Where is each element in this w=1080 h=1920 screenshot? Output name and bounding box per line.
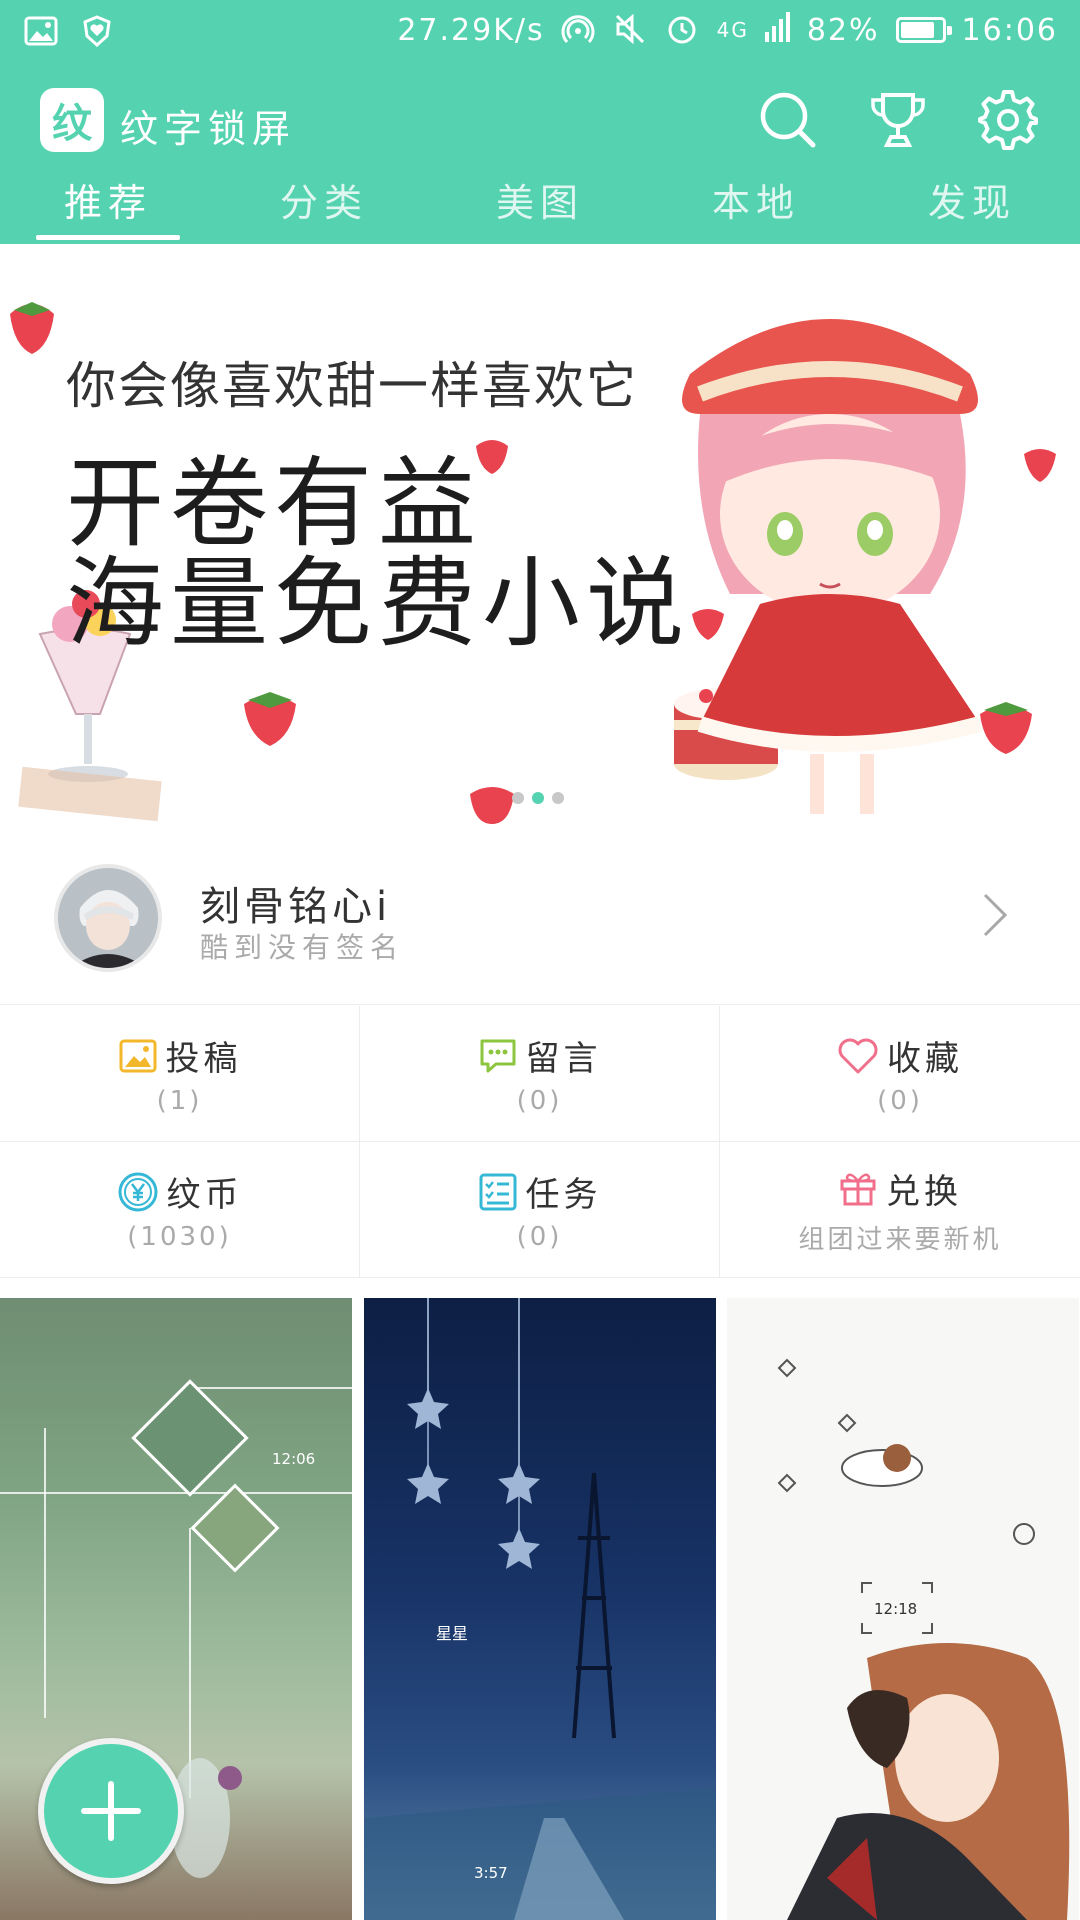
tab-pictures[interactable]: 美图: [432, 172, 648, 244]
user-signature: 酷到没有签名: [200, 931, 405, 964]
grid-value: (1030): [127, 1222, 232, 1252]
promo-banner[interactable]: 你会像喜欢甜一样喜欢它 开卷有益 海量免费小说: [0, 284, 1080, 824]
image-icon: [24, 14, 60, 50]
tab-local[interactable]: 本地: [648, 172, 864, 244]
grid-favorites[interactable]: 收藏 (0): [720, 1006, 1080, 1142]
heart-icon: [838, 1038, 878, 1073]
grid-redeem[interactable]: 兑换 组团过来要新机: [720, 1142, 1080, 1278]
tab-recommend[interactable]: 推荐: [0, 172, 216, 244]
grid-label: 投稿: [165, 1039, 242, 1079]
grid-label: 纹币: [166, 1175, 243, 1215]
gear-icon: [978, 90, 1038, 150]
grid-submissions[interactable]: 投稿 (1): [0, 1006, 360, 1142]
grid-value: 组团过来要新机: [798, 1224, 1002, 1255]
hotspot-icon: [561, 12, 597, 48]
grid-label: 兑换: [886, 1171, 962, 1212]
alarm-icon: [665, 12, 701, 48]
user-profile-row[interactable]: 刻骨铭心i 酷到没有签名: [0, 824, 1080, 1005]
page-dot-active: [532, 792, 544, 804]
grid-label: 留言: [525, 1039, 602, 1079]
task-list-icon: [479, 1173, 516, 1210]
network-speed: 27.29K/s: [397, 12, 545, 48]
banner-tagline: 你会像喜欢甜一样喜欢它: [66, 357, 638, 415]
wallpaper-clock: 3:57: [474, 1864, 508, 1882]
battery-icon: [895, 17, 952, 43]
app-logo: 纹: [40, 88, 104, 152]
tab-bar: 推荐 分类 美图 本地 发现: [0, 172, 1080, 244]
wallpaper-art: [364, 1298, 716, 1920]
settings-button[interactable]: [974, 86, 1042, 154]
grid-label: 收藏: [887, 1039, 963, 1079]
gift-icon: [840, 1173, 876, 1206]
banner-page-indicator: [512, 792, 564, 804]
wallpaper-clock: 12:06: [272, 1450, 316, 1468]
signal-icon: [764, 12, 791, 48]
avatar-image: [58, 868, 158, 968]
app-bar: 纹 纹字锁屏 推荐 分类 美图 本地 发现: [0, 64, 1080, 244]
page-dot: [552, 792, 564, 804]
clock: 16:06: [961, 12, 1058, 48]
grid-tasks[interactable]: 任务 (0): [360, 1142, 720, 1278]
trophy-icon: [871, 93, 925, 147]
wallpaper-clock: 12:18: [874, 1600, 918, 1618]
banner-headline-2: 海量免费小说: [66, 547, 691, 661]
chevron-right-icon[interactable]: [980, 890, 1010, 940]
grid-messages[interactable]: 留言 (0): [360, 1006, 720, 1142]
wallpaper-thumbnail[interactable]: 12:18: [727, 1298, 1079, 1920]
tab-discover[interactable]: 发现: [864, 172, 1080, 244]
grid-value: (0): [877, 1086, 923, 1116]
comment-icon: [480, 1039, 515, 1072]
battery-percent: 82%: [806, 12, 880, 48]
image-icon: [119, 1039, 156, 1072]
shield-heart-icon: [80, 14, 116, 50]
user-stats-grid: 投稿 (1) 留言 (0) 收藏 (0) 纹币 (1030) 任务 (0) 兑换…: [0, 1006, 1080, 1278]
grid-value: (0): [516, 1086, 563, 1116]
yen-coin-icon: [118, 1172, 157, 1211]
wallpaper-thumbnail[interactable]: 星星 3:57: [364, 1298, 716, 1920]
network-type: 4G: [716, 18, 749, 42]
search-icon: [760, 92, 816, 148]
add-button[interactable]: [38, 1738, 184, 1884]
mute-icon: [613, 12, 649, 48]
grid-coins[interactable]: 纹币 (1030): [0, 1142, 360, 1278]
grid-label: 任务: [525, 1175, 602, 1215]
username: 刻骨铭心i: [200, 884, 392, 930]
grid-value: (0): [516, 1222, 563, 1252]
trophy-button[interactable]: [864, 86, 932, 154]
tab-category[interactable]: 分类: [216, 172, 432, 244]
grid-value: (1): [156, 1086, 203, 1116]
wallpaper-title: 星星: [436, 1624, 469, 1643]
app-title: 纹字锁屏: [120, 107, 297, 151]
status-bar: 27.29K/s 4G 82% 16:06: [0, 0, 1080, 64]
avatar[interactable]: [54, 864, 162, 972]
page-dot: [512, 792, 524, 804]
plus-icon: [81, 1781, 141, 1841]
search-button[interactable]: [754, 86, 822, 154]
